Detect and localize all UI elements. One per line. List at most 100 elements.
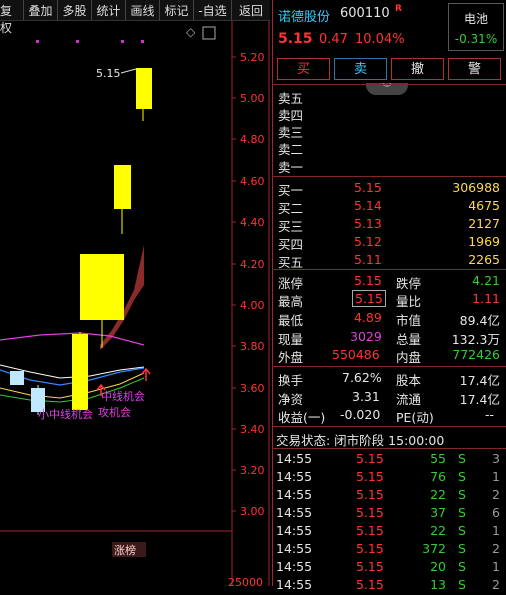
fund-value: -- [484,407,494,422]
stat-label: 最高 [278,294,304,309]
candle [136,68,152,109]
stat-value: 4.89 [354,310,382,325]
stock-name: 诺德股份 [278,10,331,25]
tick-side: S [458,577,466,592]
tick-price: 5.15 [356,487,384,502]
toolbar-watchlist-button[interactable]: -自选 [194,0,232,20]
y-tick: 4.00 [240,299,265,312]
kline-chart[interactable]: 5.20 5.00 4.80 4.60 4.40 4.20 4.00 3.80 … [0,21,270,586]
tick-side: S [458,523,466,538]
tick-price: 5.15 [356,451,384,466]
sell-button[interactable]: 卖 [334,58,387,80]
ask-label: 卖一 [278,160,304,175]
tick-time: 14:55 [276,469,313,484]
tick-side: S [458,559,466,574]
bid-row[interactable]: 买五 5.11 2265 [272,251,506,270]
stat-value: 1.11 [472,291,500,306]
bid-row[interactable]: 买三 5.13 2127 [272,215,506,234]
toolbar-fuquan-button[interactable]: 复权 [0,0,24,35]
sector-pct: -0.31% [454,32,498,46]
tick-volume: 37 [430,505,446,520]
bid-price: 5.11 [354,252,382,267]
stat-value: 4.21 [472,273,500,288]
chart-toolbar: 复权 叠加 多股 统计 画线 标记 -自选 返回 [0,0,270,35]
candle [72,334,88,410]
window-toggle-icon[interactable] [202,26,216,40]
high-price-label: 5.15 [96,67,121,80]
tick-side: S [458,469,466,484]
toolbar-stats-button[interactable]: 统计 [92,0,126,20]
candle [10,371,24,385]
tick-volume: 20 [430,559,446,574]
cancel-order-button[interactable]: 撤 [391,58,444,80]
toolbar-draw-button[interactable]: 画线 [126,0,160,20]
signal-label-small-midterm: 小中线机会 [38,407,93,421]
y-tick: 4.20 [240,258,265,271]
y-tick: 3.80 [240,340,265,353]
bid-row[interactable]: 买四 5.12 1969 [272,233,506,252]
stat-value: 5.15 [354,273,382,288]
bid-volume: 2265 [468,252,500,267]
tick-count: 1 [492,469,500,484]
tick-volume: 22 [430,487,446,502]
bid-row[interactable]: 买一 5.15 306988 [272,179,506,198]
tick-row: 14:55 5.15 22 S 1 [272,522,506,541]
tick-price: 5.15 [356,541,384,556]
candle [114,165,131,209]
y-tick: 3.00 [240,505,265,518]
stat-value: 550486 [332,347,380,362]
diamond-icon[interactable]: ◇ [186,25,196,39]
tick-time: 14:55 [276,541,313,556]
bid-price: 5.13 [354,216,382,231]
margin-flag: R [395,4,402,14]
tick-side: S [458,451,466,466]
tick-time: 14:55 [276,523,313,538]
tick-time: 14:55 [276,505,313,520]
bid-volume: 2127 [468,216,500,231]
bid-row[interactable]: 买二 5.14 4675 [272,197,506,216]
toolbar-multistock-button[interactable]: 多股 [58,0,92,20]
fund-label: 股本 [396,373,422,388]
fund-value: 3.31 [352,389,380,404]
y-tick: 3.40 [240,423,265,436]
stat-value: 5.15 [352,290,386,307]
bid-volume: 306988 [452,180,500,195]
y-tick: 5.00 [240,92,265,105]
toolbar-mark-button[interactable]: 标记 [160,0,194,20]
tick-volume: 372 [422,541,446,556]
candlesticks [10,68,152,415]
toolbar-back-button[interactable]: 返回 [232,0,270,20]
stat-label: 内盘 [396,350,422,365]
buy-button[interactable]: 买 [277,58,330,80]
tick-count: 2 [492,577,500,592]
bid-volume: 4675 [468,198,500,213]
tick-time: 14:55 [276,487,313,502]
tick-count: 2 [492,487,500,502]
bid-price: 5.14 [354,198,382,213]
y-tick: 5.20 [240,51,265,64]
volume-axis-label: 25000 [228,576,263,586]
fund-value: -0.020 [340,407,381,422]
tick-time: 14:55 [276,451,313,466]
price-change: 0.47 [319,32,348,47]
tick-row: 14:55 5.15 76 S 1 [272,468,506,487]
tick-row: 14:55 5.15 20 S 1 [272,558,506,577]
tick-price: 5.15 [356,469,384,484]
toolbar-overlay-button[interactable]: 叠加 [24,0,58,20]
tick-side: S [458,505,466,520]
bottom-tag: 涨榜 [114,543,136,557]
tick-time: 14:55 [276,577,313,592]
sector-box[interactable]: 电池 -0.31% [448,3,504,51]
tick-row: 14:55 5.15 22 S 2 [272,486,506,505]
tick-row: 14:55 5.15 55 S 3 [272,450,506,469]
y-tick: 4.40 [240,216,265,229]
alert-button[interactable]: 警 [448,58,501,80]
tick-volume: 55 [430,451,446,466]
stock-code: 600110 [340,6,390,21]
tick-volume: 13 [430,577,446,592]
y-tick: 3.60 [240,382,265,395]
y-tick: 4.60 [240,175,265,188]
tick-count: 1 [492,523,500,538]
stat-value: 3029 [350,329,382,344]
fund-value: 7.62% [342,370,382,385]
